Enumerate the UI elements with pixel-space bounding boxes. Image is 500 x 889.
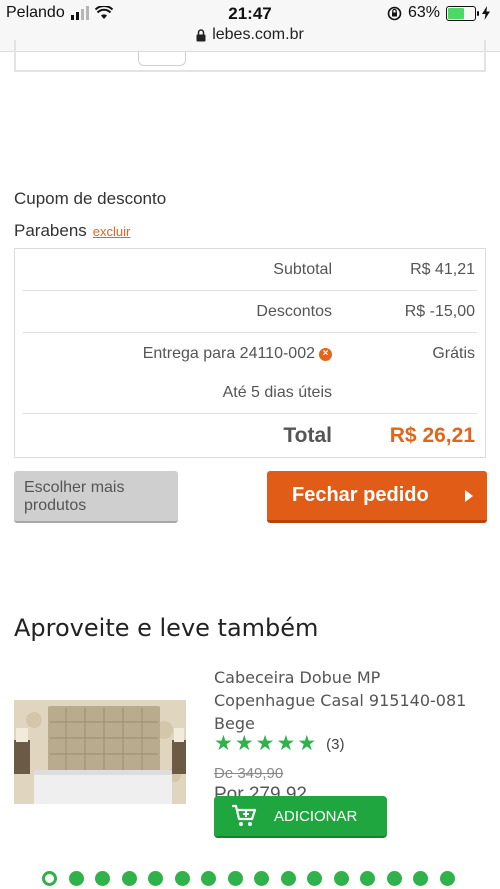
delivery-label: Entrega para 24110-002 (142, 345, 315, 362)
coupon-title: Cupom de desconto (14, 189, 167, 208)
subtotal-label: Subtotal (273, 261, 332, 278)
old-price: De 349,90 (214, 765, 284, 782)
add-to-cart-label: ADICIONAR (274, 807, 358, 825)
delivery-time: Até 5 dias úteis (222, 384, 332, 401)
order-summary: Subtotal R$ 41,21 Descontos R$ -15,00 En… (14, 248, 486, 458)
review-count[interactable]: (3) (326, 736, 344, 753)
headboard-image (14, 700, 186, 804)
total-row: Total R$ 26,21 (23, 414, 477, 458)
carousel-dot[interactable] (148, 871, 163, 886)
star-icon: ★ (297, 732, 317, 755)
cart-icon (232, 804, 257, 826)
remove-zip-icon[interactable]: × (319, 347, 332, 361)
carousel-dot[interactable] (42, 871, 57, 886)
total-value: R$ 26,21 (389, 424, 475, 447)
delivery-row: Entrega para 24110-002 × Grátis Até 5 di… (23, 333, 477, 414)
carousel-dot[interactable] (333, 871, 349, 886)
quantity-control[interactable] (138, 52, 186, 66)
upsell-title: Aproveite e leve também (14, 614, 319, 642)
status-right: 63% (387, 4, 490, 22)
carousel-dot[interactable] (307, 871, 322, 886)
checkout-label: Fechar pedido (292, 484, 429, 506)
coupon-status-text: Parabens (14, 221, 87, 240)
carousel-dot[interactable] (201, 871, 216, 886)
add-to-cart-button[interactable]: ADICIONAR (214, 796, 387, 838)
play-arrow-icon (465, 490, 473, 502)
carousel-dot[interactable] (121, 871, 137, 886)
carousel-dot[interactable] (439, 871, 455, 886)
total-label: Total (283, 424, 332, 447)
subtotal-row: Subtotal R$ 41,21 (23, 249, 477, 291)
carousel-dot[interactable] (174, 871, 190, 886)
rotation-lock-icon (387, 6, 402, 20)
carousel-dot[interactable] (413, 871, 428, 886)
battery-icon (446, 5, 479, 21)
delivery-label-group: Entrega para 24110-002 × (143, 345, 332, 363)
discount-value: R$ -15,00 (404, 303, 475, 320)
carousel-dot[interactable] (360, 871, 375, 886)
checkout-button[interactable]: Fechar pedido (267, 471, 487, 523)
star-icon: ★ (214, 732, 233, 755)
carousel-dot[interactable] (95, 871, 110, 886)
remove-coupon-link[interactable]: excluir (93, 224, 131, 239)
continue-shopping-button[interactable]: Escolher mais produtos (14, 471, 178, 523)
subtotal-value: R$ 41,21 (410, 261, 475, 278)
carousel-dot[interactable] (386, 871, 402, 886)
discount-label: Descontos (256, 303, 332, 320)
delivery-value: Grátis (432, 345, 475, 362)
carousel-dot[interactable] (254, 871, 269, 886)
rating-stars: ★ ★ ★ ★ ★ (3) (214, 733, 344, 755)
product-name[interactable]: Cabeceira Dobue MP Copenhague Casal 9151… (214, 666, 484, 735)
coupon-status: Parabens excluir (14, 221, 130, 241)
charging-icon (482, 6, 490, 20)
carousel-dot[interactable] (68, 871, 84, 886)
carousel-dot[interactable] (280, 871, 296, 886)
carousel-dot[interactable] (227, 871, 243, 886)
battery-fill (448, 7, 465, 19)
cart-item-card (14, 40, 486, 72)
star-icon: ★ (276, 732, 296, 755)
carousel-pagination (42, 871, 455, 886)
discount-row: Descontos R$ -15,00 (23, 291, 477, 333)
star-icon: ★ (255, 732, 275, 755)
star-icon: ★ (234, 732, 254, 755)
product-image[interactable] (14, 700, 186, 804)
battery-percent: 63% (407, 4, 440, 21)
